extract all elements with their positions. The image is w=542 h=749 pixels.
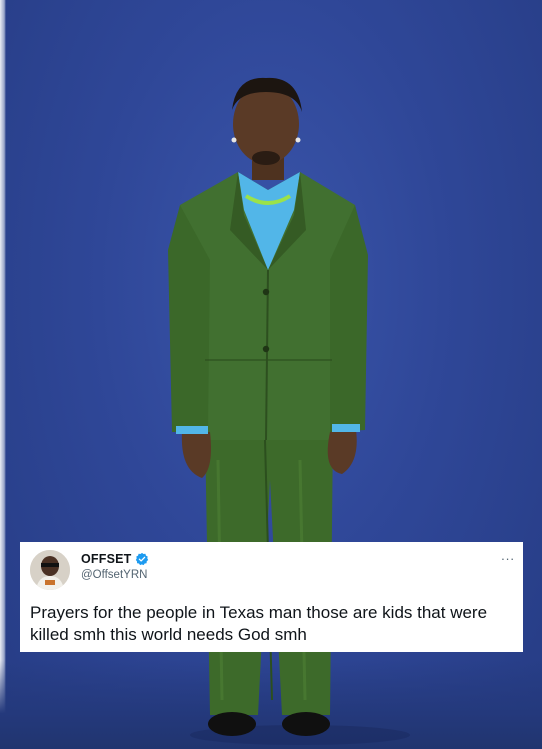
display-name[interactable]: OFFSET	[81, 552, 132, 566]
tweet-card[interactable]: OFFSET @OffsetYRN ... Prayers for the pe…	[20, 542, 523, 652]
tweet-text: Prayers for the people in Texas man thos…	[30, 603, 488, 644]
handle[interactable]: @OffsetYRN	[81, 569, 147, 581]
avatar-image	[30, 550, 70, 590]
more-options-icon[interactable]: ...	[501, 548, 515, 563]
avatar[interactable]	[30, 550, 70, 590]
verified-badge-icon	[135, 552, 148, 566]
